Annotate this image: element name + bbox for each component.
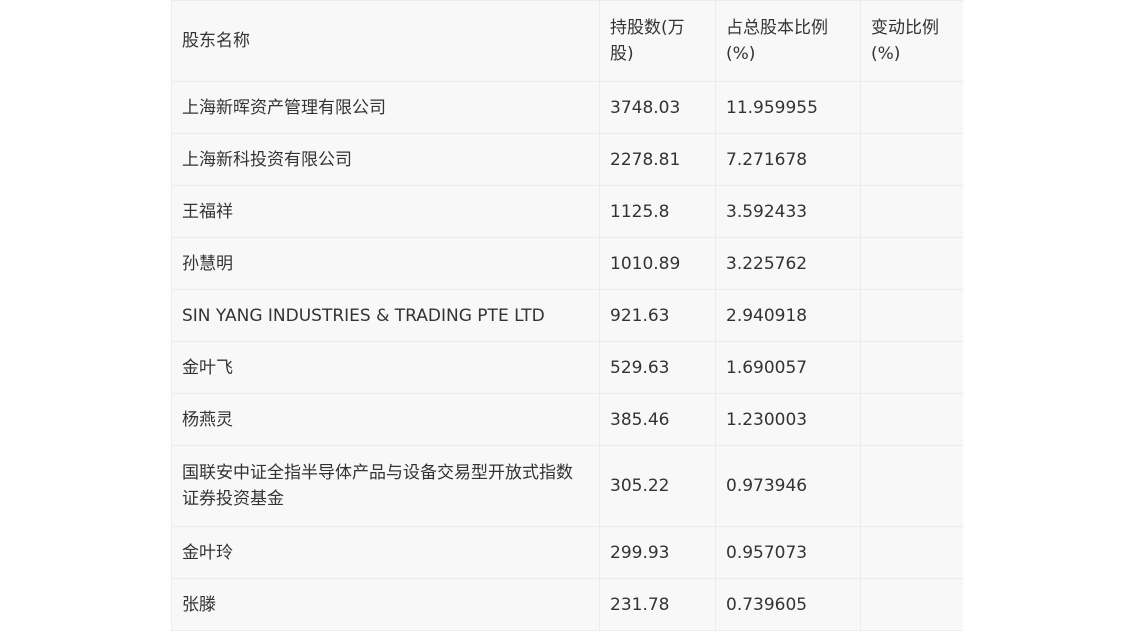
cell-shareholder-name: 张滕: [171, 578, 600, 631]
table-row: 上海新晖资产管理有限公司 3748.03 11.959955: [171, 81, 963, 134]
cell-shares: 1125.8: [599, 185, 716, 238]
table-row: SIN YANG INDUSTRIES & TRADING PTE LTD 92…: [171, 289, 963, 342]
cell-shareholder-name: 孙慧明: [171, 237, 600, 290]
cell-ratio: 0.957073: [715, 526, 861, 579]
cell-shares: 3748.03: [599, 81, 716, 134]
header-ratio: 占总股本比例(%): [715, 0, 861, 82]
cell-change: [860, 133, 963, 186]
cell-ratio: 7.271678: [715, 133, 861, 186]
cell-ratio: 1.230003: [715, 393, 861, 446]
cell-shares: 299.93: [599, 526, 716, 579]
cell-ratio: 3.225762: [715, 237, 861, 290]
cell-ratio: 2.940918: [715, 289, 861, 342]
cell-ratio: 3.592433: [715, 185, 861, 238]
table-row: 王福祥 1125.8 3.592433: [171, 185, 963, 238]
cell-change: [860, 289, 963, 342]
cell-change: [860, 445, 963, 527]
header-change: 变动比例(%): [860, 0, 963, 82]
shareholders-table-container: 股东名称 持股数(万股) 占总股本比例(%) 变动比例(%) 上海新晖资产管理有…: [171, 0, 963, 632]
cell-change: [860, 341, 963, 394]
table-row: 孙慧明 1010.89 3.225762: [171, 237, 963, 290]
cell-shareholder-name: 国联安中证全指半导体产品与设备交易型开放式指数证券投资基金: [171, 445, 600, 527]
cell-change: [860, 81, 963, 134]
cell-shareholder-name: 上海新科投资有限公司: [171, 133, 600, 186]
cell-shares: 231.78: [599, 578, 716, 631]
table-row: 上海新科投资有限公司 2278.81 7.271678: [171, 133, 963, 186]
cell-shareholder-name: 王福祥: [171, 185, 600, 238]
cell-shareholder-name: SIN YANG INDUSTRIES & TRADING PTE LTD: [171, 289, 600, 342]
cell-ratio: 0.973946: [715, 445, 861, 527]
cell-change: [860, 578, 963, 631]
cell-shares: 529.63: [599, 341, 716, 394]
cell-ratio: 0.739605: [715, 578, 861, 631]
cell-shareholder-name: 杨燕灵: [171, 393, 600, 446]
cell-change: [860, 237, 963, 290]
cell-ratio: 1.690057: [715, 341, 861, 394]
cell-shares: 1010.89: [599, 237, 716, 290]
cell-change: [860, 185, 963, 238]
table-row: 国联安中证全指半导体产品与设备交易型开放式指数证券投资基金 305.22 0.9…: [171, 445, 963, 527]
cell-shares: 921.63: [599, 289, 716, 342]
cell-shares: 305.22: [599, 445, 716, 527]
table-row: 杨燕灵 385.46 1.230003: [171, 393, 963, 446]
cell-shareholder-name: 上海新晖资产管理有限公司: [171, 81, 600, 134]
table-row: 金叶玲 299.93 0.957073: [171, 526, 963, 579]
table-header-row: 股东名称 持股数(万股) 占总股本比例(%) 变动比例(%): [171, 0, 963, 82]
header-shareholder-name: 股东名称: [171, 0, 600, 82]
cell-change: [860, 393, 963, 446]
cell-ratio: 11.959955: [715, 81, 861, 134]
cell-shareholder-name: 金叶飞: [171, 341, 600, 394]
cell-shareholder-name: 金叶玲: [171, 526, 600, 579]
table-row: 金叶飞 529.63 1.690057: [171, 341, 963, 394]
header-shares: 持股数(万股): [599, 0, 716, 82]
cell-change: [860, 526, 963, 579]
shareholders-table: 股东名称 持股数(万股) 占总股本比例(%) 变动比例(%) 上海新晖资产管理有…: [171, 0, 963, 631]
table-row: 张滕 231.78 0.739605: [171, 578, 963, 631]
cell-shares: 2278.81: [599, 133, 716, 186]
cell-shares: 385.46: [599, 393, 716, 446]
